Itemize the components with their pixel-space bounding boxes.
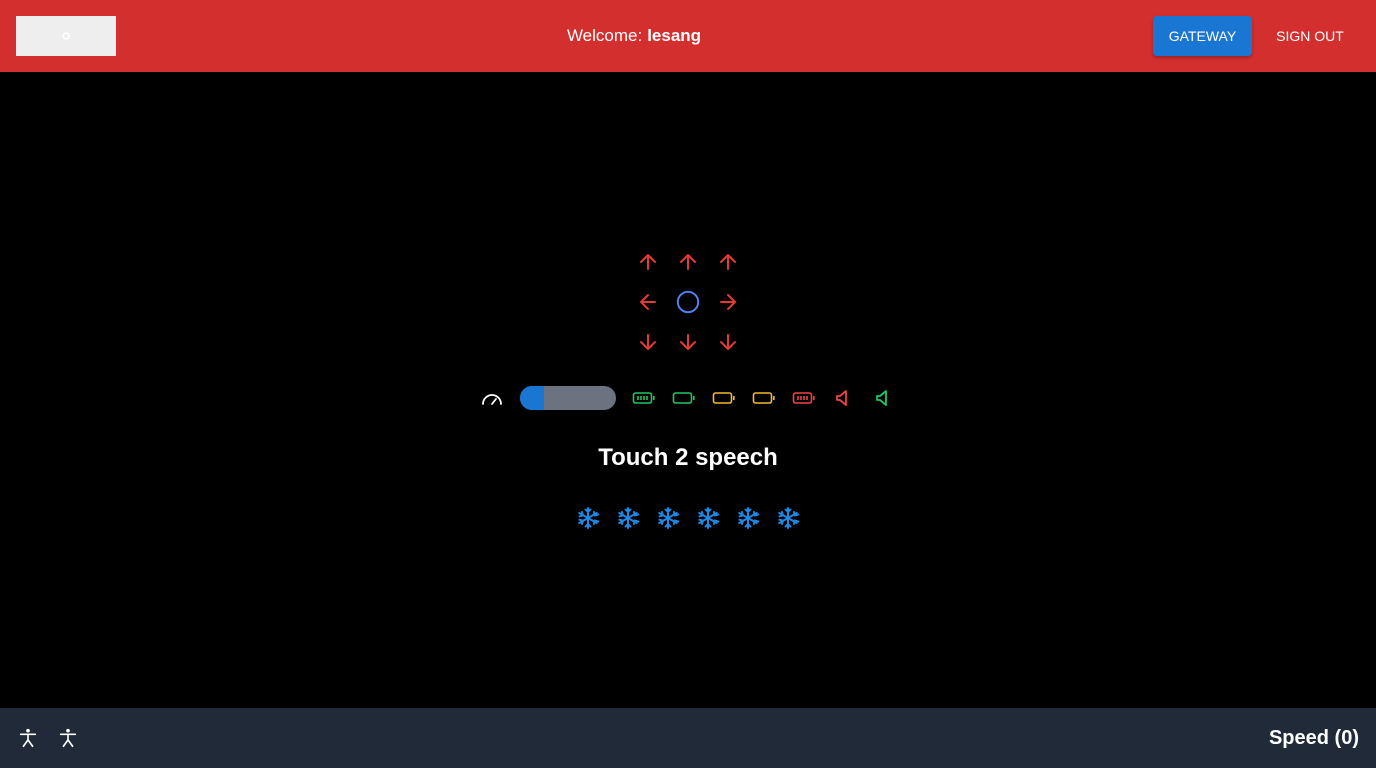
arrow-up-icon: [640, 254, 656, 270]
arrow-left-icon: [640, 294, 656, 310]
snowflake-icon: [618, 507, 640, 529]
gateway-button[interactable]: GATEWAY: [1153, 16, 1252, 56]
battery-empty-yellow-icon: [712, 392, 735, 404]
arrow-down-icon: [640, 334, 656, 350]
snowflake-button[interactable]: [568, 498, 608, 538]
speed-indicator: [472, 378, 512, 418]
accessibility-button-1[interactable]: [16, 726, 40, 750]
username: lesang: [647, 26, 702, 45]
app-footer: Speed (0): [0, 708, 1376, 768]
page-title: Touch 2 speech: [598, 444, 778, 471]
stop-button[interactable]: [668, 282, 708, 322]
move-backward-button[interactable]: [668, 322, 708, 362]
battery-status-4: [744, 378, 784, 418]
speedometer-icon: [482, 394, 502, 405]
snowflake-button[interactable]: [728, 498, 768, 538]
speaker-red-icon: [836, 390, 847, 406]
snowflake-icon: [698, 507, 720, 529]
app-header: Welcome: lesang GATEWAY SIGN OUT: [0, 0, 1376, 72]
sign-out-button[interactable]: SIGN OUT: [1264, 16, 1356, 56]
arrow-down-icon: [680, 334, 696, 350]
move-backward-left-button[interactable]: [628, 322, 668, 362]
battery-status-2: [664, 378, 704, 418]
welcome-text: Welcome: lesang: [0, 0, 1268, 72]
snowflake-icon: [778, 507, 800, 529]
snowflake-button[interactable]: [608, 498, 648, 538]
volume-up-button[interactable]: [864, 378, 904, 418]
move-forward-right-button[interactable]: [708, 242, 748, 282]
move-backward-right-button[interactable]: [708, 322, 748, 362]
turn-left-button[interactable]: [628, 282, 668, 322]
snowflake-icon: [658, 507, 680, 529]
move-forward-button[interactable]: [668, 242, 708, 282]
accessibility-icon: [19, 728, 37, 748]
volume-down-button[interactable]: [824, 378, 864, 418]
status-row: [472, 378, 892, 418]
accessibility-icon: [59, 728, 77, 748]
speed-slider[interactable]: [520, 386, 616, 410]
turn-right-button[interactable]: [708, 282, 748, 322]
battery-status-1: [624, 378, 664, 418]
speed-readout: Speed (0): [1268, 726, 1359, 749]
battery-full-green-icon: [632, 392, 655, 404]
arrow-down-icon: [720, 334, 736, 350]
snowflake-button[interactable]: [768, 498, 808, 538]
snowflake-button[interactable]: [648, 498, 688, 538]
snowflake-row: [568, 498, 808, 538]
snowflake-icon: [738, 507, 760, 529]
arrow-up-icon: [720, 254, 736, 270]
arrow-up-icon: [680, 254, 696, 270]
snowflake-icon: [578, 507, 600, 529]
welcome-prefix: Welcome:: [566, 26, 643, 45]
speaker-green-icon: [876, 390, 887, 406]
snowflake-button[interactable]: [688, 498, 728, 538]
arrow-right-icon: [720, 294, 736, 310]
battery-empty-yellow-icon: [752, 392, 775, 404]
speed-slider-fill: [520, 386, 544, 410]
accessibility-button-2[interactable]: [56, 726, 80, 750]
move-forward-left-button[interactable]: [628, 242, 668, 282]
battery-full-red-icon: [792, 392, 815, 404]
battery-status-3: [704, 378, 744, 418]
circle-stop-icon: [676, 290, 700, 314]
battery-status-5: [784, 378, 824, 418]
battery-empty-green-icon: [672, 392, 695, 404]
direction-pad: [628, 242, 748, 362]
